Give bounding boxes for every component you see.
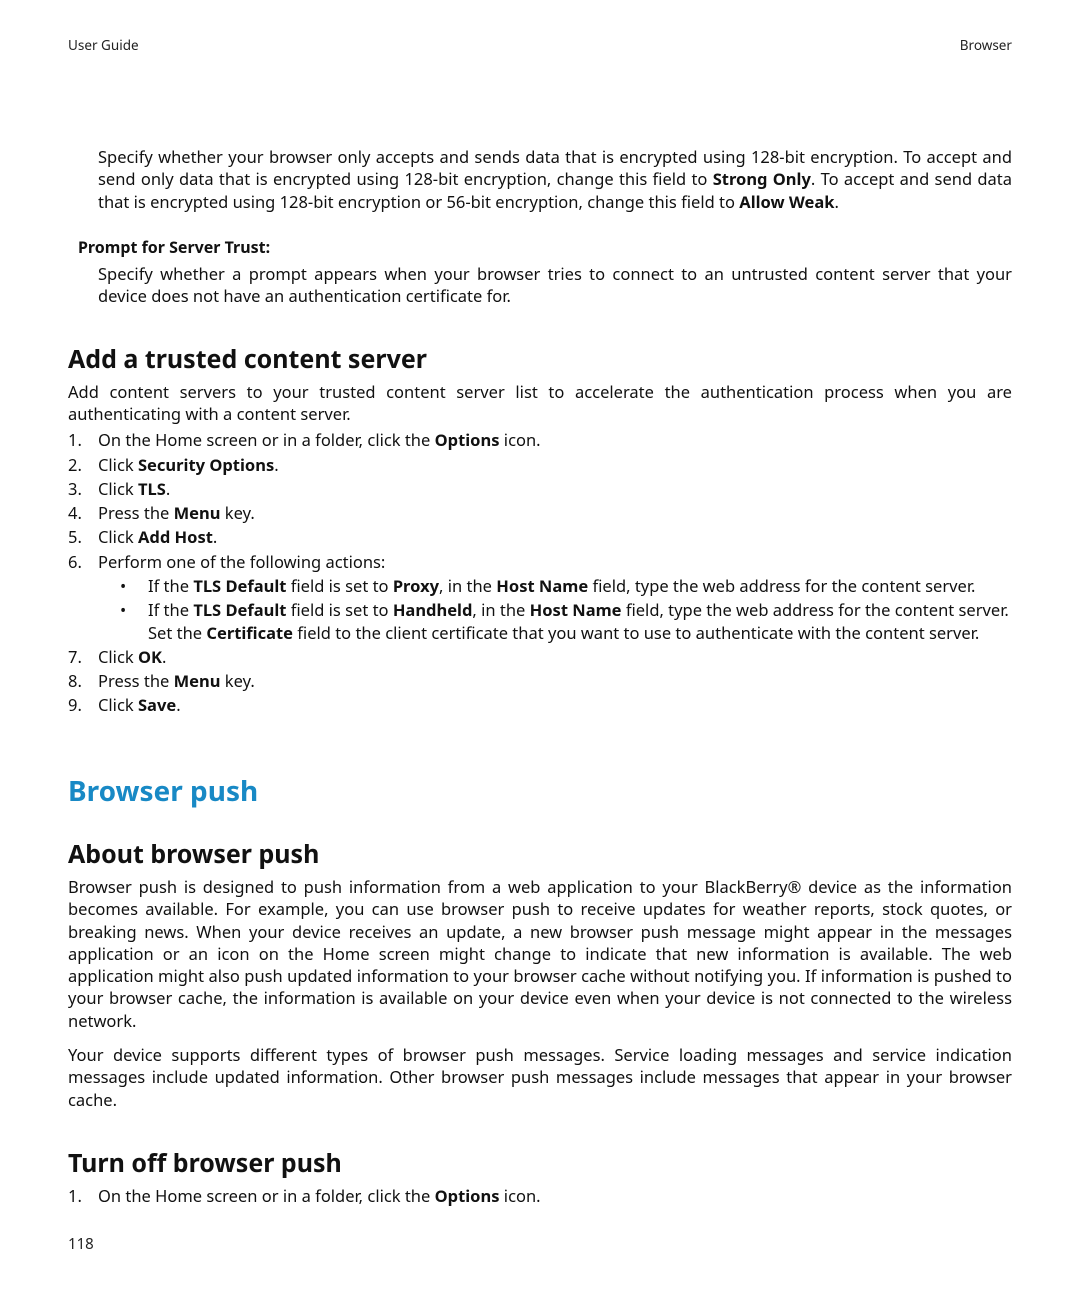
add-trusted-server-steps: 1. On the Home screen or in a folder, cl… (68, 429, 1012, 716)
bullet-handheld: If the TLS Default field is set to Handh… (98, 599, 1012, 644)
step-7: 7. Click OK. (68, 646, 1012, 668)
text: key. (221, 501, 255, 524)
allow-weak-term: Allow Weak (739, 190, 834, 213)
step-number: 1. (68, 429, 88, 451)
step-number: 4. (68, 502, 88, 524)
step-number: 2. (68, 454, 88, 476)
text: Click (98, 693, 138, 716)
encryption-text: Specify whether your browser only accept… (98, 146, 1012, 213)
text: field to the client certificate that you… (293, 621, 979, 644)
tls-default-term: TLS Default (193, 574, 286, 597)
step-8: 8. Press the Menu key. (68, 670, 1012, 692)
text: . (835, 190, 839, 213)
options-term: Options (435, 1184, 500, 1207)
step-number: 1. (68, 1185, 88, 1207)
add-trusted-server-heading: Add a trusted content server (68, 343, 1012, 377)
text: icon. (500, 1184, 541, 1207)
page-number: 118 (68, 1234, 94, 1254)
text: icon. (500, 428, 541, 451)
step-6: 6. Perform one of the following actions:… (68, 551, 1012, 644)
text: , in the (472, 598, 529, 621)
page-header: User Guide Browser (68, 36, 1012, 54)
strong-only-term: Strong Only (713, 167, 811, 190)
step-4: 4. Press the Menu key. (68, 502, 1012, 524)
about-browser-push-heading: About browser push (68, 838, 1012, 872)
prompt-server-trust-heading: Prompt for Server Trust: (78, 237, 1012, 259)
encryption-paragraph: Specify whether your browser only accept… (68, 146, 1012, 213)
prompt-server-trust-body-wrap: Specify whether a prompt appears when yo… (68, 263, 1012, 308)
text: On the Home screen or in a folder, click… (98, 1184, 435, 1207)
step-number: 8. (68, 670, 88, 692)
text: field is set to (286, 598, 392, 621)
step-number: 6. (68, 551, 88, 573)
ok-term: OK (138, 645, 162, 668)
certificate-term: Certificate (206, 621, 293, 644)
menu-term: Menu (174, 669, 221, 692)
turn-off-steps: 1. On the Home screen or in a folder, cl… (68, 1185, 1012, 1207)
text: field, type the web address for the cont… (588, 574, 975, 597)
text: . (162, 645, 166, 668)
options-term: Options (435, 428, 500, 451)
step-9: 9. Click Save. (68, 694, 1012, 716)
step-6-bullets: If the TLS Default field is set to Proxy… (98, 575, 1012, 644)
tls-term: TLS (138, 477, 166, 500)
text: key. (221, 669, 255, 692)
bullet-proxy: If the TLS Default field is set to Proxy… (98, 575, 1012, 597)
text: Click (98, 453, 138, 476)
text: Perform one of the following actions: (98, 550, 385, 573)
tls-default-term: TLS Default (193, 598, 286, 621)
host-name-term: Host Name (530, 598, 622, 621)
host-name-term: Host Name (496, 574, 588, 597)
text: . (166, 477, 170, 500)
text: Click (98, 525, 138, 548)
document-page: User Guide Browser Specify whether your … (0, 0, 1080, 1296)
proxy-term: Proxy (393, 574, 439, 597)
browser-push-heading: Browser push (68, 773, 1012, 811)
save-term: Save (138, 693, 176, 716)
header-right: Browser (960, 36, 1012, 54)
step-number: 3. (68, 478, 88, 500)
header-left: User Guide (68, 36, 139, 54)
step-2: 2. Click Security Options. (68, 454, 1012, 476)
text: . (176, 693, 180, 716)
handheld-term: Handheld (393, 598, 473, 621)
menu-term: Menu (174, 501, 221, 524)
about-browser-push-p2: Your device supports different types of … (68, 1044, 1012, 1111)
step-number: 5. (68, 526, 88, 548)
text: If the (148, 574, 193, 597)
turn-off-step-1: 1. On the Home screen or in a folder, cl… (68, 1185, 1012, 1207)
add-host-term: Add Host (138, 525, 213, 548)
text: . (213, 525, 217, 548)
text: , in the (439, 574, 496, 597)
text: Click (98, 477, 138, 500)
step-5: 5. Click Add Host. (68, 526, 1012, 548)
step-1: 1. On the Home screen or in a folder, cl… (68, 429, 1012, 451)
text: field is set to (286, 574, 392, 597)
text: If the (148, 598, 193, 621)
security-options-term: Security Options (138, 453, 274, 476)
text: Click (98, 645, 138, 668)
text: On the Home screen or in a folder, click… (98, 428, 435, 451)
prompt-server-trust-body: Specify whether a prompt appears when yo… (98, 263, 1012, 308)
about-browser-push-p1: Browser push is designed to push informa… (68, 876, 1012, 1032)
step-number: 7. (68, 646, 88, 668)
turn-off-browser-push-heading: Turn off browser push (68, 1147, 1012, 1181)
step-3: 3. Click TLS. (68, 478, 1012, 500)
step-number: 9. (68, 694, 88, 716)
add-trusted-server-intro: Add content servers to your trusted cont… (68, 381, 1012, 426)
text: . (274, 453, 278, 476)
text: Press the (98, 501, 174, 524)
text: Press the (98, 669, 174, 692)
